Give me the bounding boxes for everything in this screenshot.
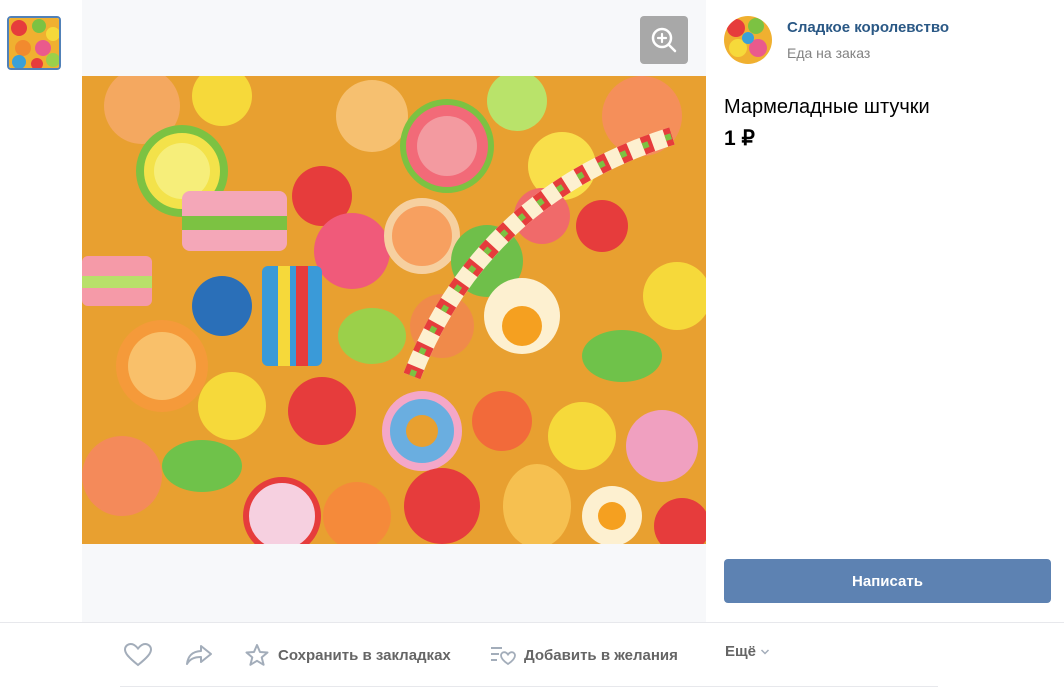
shop-avatar-image <box>724 16 772 64</box>
product-title: Мармеладные штучки <box>724 96 930 118</box>
heart-icon <box>124 643 152 667</box>
zoom-in-icon <box>651 27 677 53</box>
save-bookmark-button[interactable]: Сохранить в закладках <box>244 643 451 667</box>
add-wishlist-label: Добавить в желания <box>524 646 678 664</box>
chevron-down-icon <box>760 648 770 655</box>
add-wishlist-button[interactable]: Добавить в желания <box>490 643 678 667</box>
more-dropdown[interactable]: Ещё <box>725 643 770 660</box>
star-icon <box>245 644 269 666</box>
wishlist-icon <box>491 647 516 666</box>
product-thumbnail[interactable] <box>7 16 61 70</box>
write-button[interactable]: Написать <box>724 559 1051 603</box>
bottom-divider <box>120 686 938 687</box>
product-photo[interactable] <box>82 76 706 544</box>
shop-name-link[interactable]: Сладкое королевство <box>787 19 949 36</box>
shop-category: Еда на заказ <box>787 45 871 61</box>
share-button[interactable] <box>185 643 213 667</box>
shop-avatar[interactable] <box>724 16 772 64</box>
photo-viewer <box>82 0 706 622</box>
share-arrow-icon <box>186 645 212 665</box>
thumbnail-strip <box>0 0 82 622</box>
like-button[interactable] <box>124 643 152 667</box>
candy-thumbnail-image <box>9 18 59 68</box>
candy-photo-image <box>82 76 706 544</box>
save-bookmark-label: Сохранить в закладках <box>278 646 451 664</box>
product-info-panel: Сладкое королевство Еда на заказ Мармела… <box>706 0 1064 622</box>
action-bar: Сохранить в закладках Добавить в желания… <box>0 623 1064 683</box>
more-label: Ещё <box>725 643 757 660</box>
product-price: 1 ₽ <box>724 127 755 150</box>
zoom-button[interactable] <box>640 16 688 64</box>
